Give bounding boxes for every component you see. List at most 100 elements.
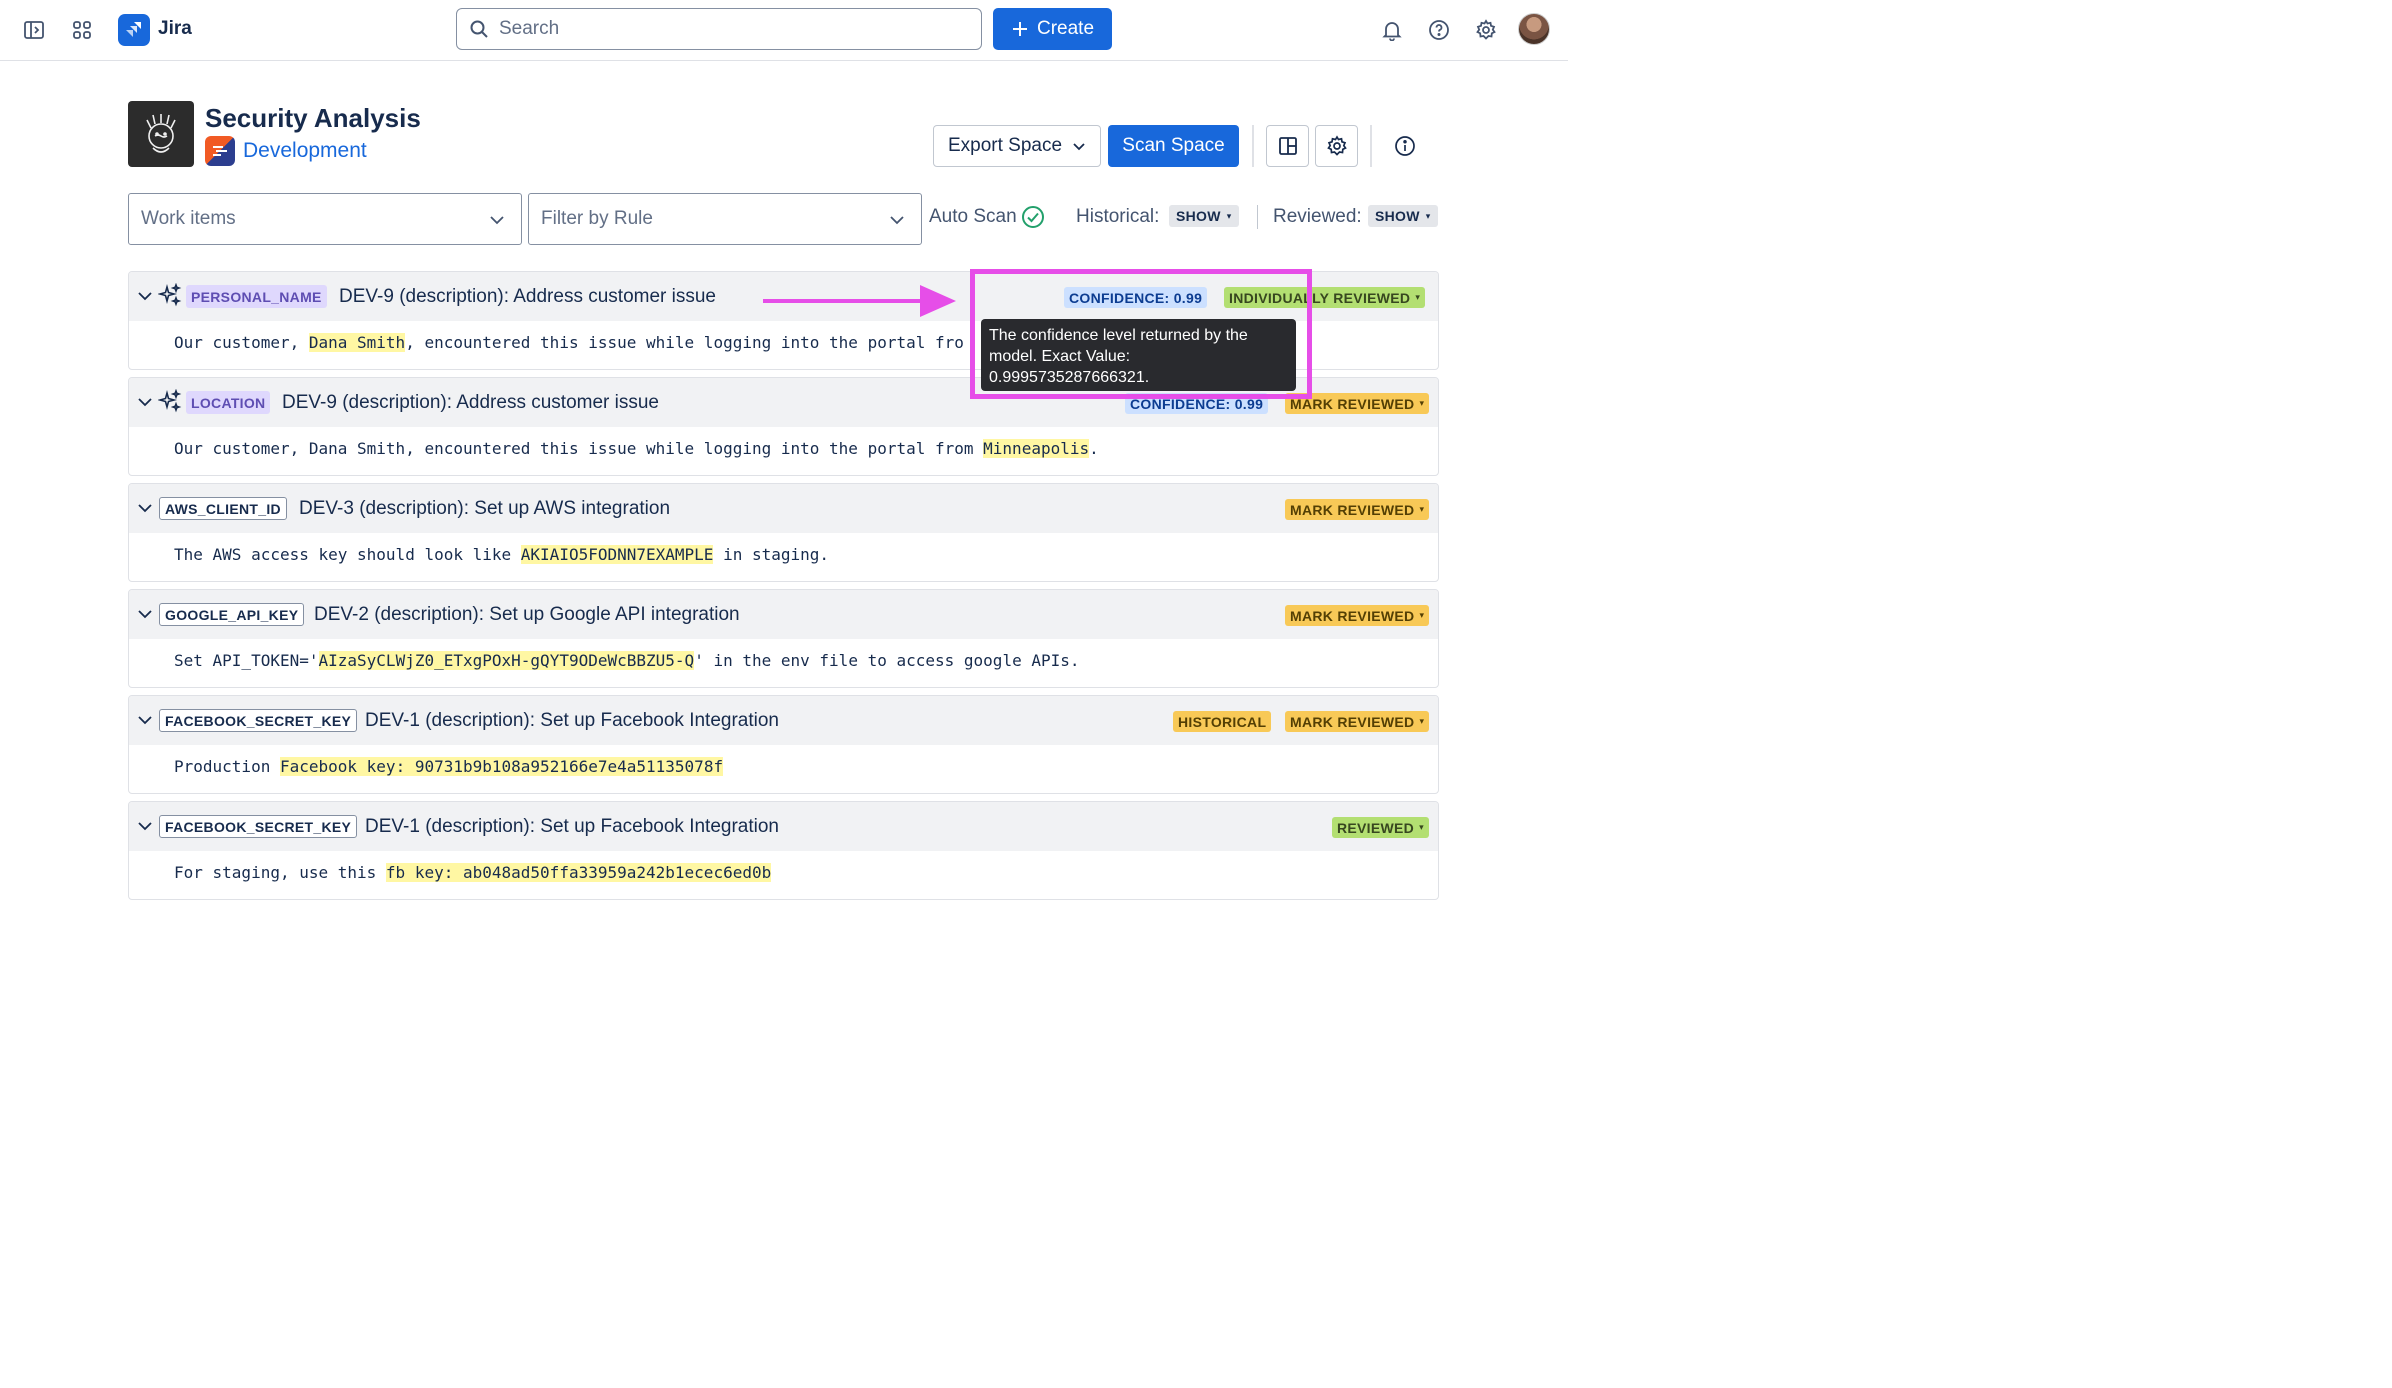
snippet-text: , encountered this issue while logging i… bbox=[405, 333, 964, 352]
page-title: Security Analysis bbox=[205, 103, 421, 133]
finding-snippet: Production Facebook key: 90731b9b108a952… bbox=[174, 757, 724, 776]
divider bbox=[1370, 125, 1372, 167]
mark-reviewed-button[interactable]: MARK REVIEWED ▾ bbox=[1285, 711, 1430, 732]
highlighted-match: fb key: ab048ad50ffa33959a242b1ecec6ed0b bbox=[385, 863, 772, 882]
divider bbox=[1257, 205, 1258, 229]
chevron-down-icon bbox=[890, 216, 904, 225]
rule-filter-select[interactable]: Filter by Rule bbox=[528, 193, 922, 245]
finding-title[interactable]: DEV-9 (description): Address customer is… bbox=[339, 286, 716, 308]
finding-type-tag: PERSONAL_NAME bbox=[186, 285, 327, 308]
finding-title[interactable]: DEV-9 (description): Address customer is… bbox=[282, 392, 659, 414]
create-button[interactable]: Create bbox=[993, 8, 1112, 50]
plus-icon bbox=[1012, 22, 1027, 36]
gear-icon bbox=[1326, 135, 1347, 156]
snippet-text: Set API_TOKEN=' bbox=[174, 651, 319, 670]
mark-reviewed-button[interactable]: MARK REVIEWED ▾ bbox=[1285, 499, 1430, 520]
layout-panel-icon bbox=[1278, 137, 1297, 155]
historical-toggle[interactable]: SHOW ▾ bbox=[1169, 205, 1239, 227]
finding-title[interactable]: DEV-2 (description): Set up Google API i… bbox=[314, 604, 740, 626]
project-link[interactable]: Development bbox=[243, 139, 367, 163]
finding-header[interactable]: FACEBOOK_SECRET_KEY DEV-1 (description):… bbox=[129, 802, 1438, 851]
finding-title[interactable]: DEV-1 (description): Set up Facebook Int… bbox=[365, 816, 779, 838]
info-icon[interactable] bbox=[1389, 130, 1421, 162]
ai-sparkle-icon bbox=[158, 389, 182, 413]
settings-gear-icon[interactable] bbox=[1470, 14, 1502, 46]
finding-card: AWS_CLIENT_ID DEV-3 (description): Set u… bbox=[128, 483, 1439, 582]
dropdown-caret-icon: ▾ bbox=[1226, 210, 1232, 221]
dropdown-caret-icon: ▾ bbox=[1419, 504, 1425, 514]
finding-type-tag: FACEBOOK_SECRET_KEY bbox=[159, 815, 358, 838]
review-status-label: MARK REVIEWED bbox=[1290, 713, 1415, 730]
layout-toggle-button[interactable] bbox=[1266, 125, 1309, 167]
chevron-down-icon[interactable] bbox=[137, 712, 153, 728]
snippet-text: Our customer, Dana Smith, encountered th… bbox=[174, 439, 984, 458]
dropdown-caret-icon: ▾ bbox=[1419, 610, 1425, 620]
highlighted-match: Dana Smith bbox=[308, 333, 406, 352]
app-switcher-icon[interactable] bbox=[66, 14, 98, 46]
review-status-label: MARK REVIEWED bbox=[1290, 607, 1415, 624]
scan-space-button[interactable]: Scan Space bbox=[1108, 125, 1239, 167]
dropdown-caret-icon: ▾ bbox=[1419, 716, 1425, 726]
finding-type-tag: FACEBOOK_SECRET_KEY bbox=[159, 709, 358, 732]
finding-title[interactable]: DEV-3 (description): Set up AWS integrat… bbox=[299, 498, 670, 520]
chevron-down-icon bbox=[1073, 143, 1085, 151]
finding-card: FACEBOOK_SECRET_KEY DEV-1 (description):… bbox=[128, 801, 1439, 900]
highlighted-match: AKIAIO5FODNN7EXAMPLE bbox=[520, 545, 714, 564]
sidebar-toggle-icon[interactable] bbox=[18, 14, 50, 46]
export-space-label: Export Space bbox=[947, 135, 1063, 156]
chevron-down-icon[interactable] bbox=[137, 818, 153, 834]
chevron-down-icon[interactable] bbox=[137, 500, 153, 516]
snippet-text: . bbox=[1089, 439, 1099, 458]
chevron-down-icon[interactable] bbox=[137, 394, 153, 410]
snippet-text: Production bbox=[174, 757, 280, 776]
dropdown-caret-icon: ▾ bbox=[1425, 210, 1431, 221]
finding-title[interactable]: DEV-1 (description): Set up Facebook Int… bbox=[365, 710, 779, 732]
notifications-bell-icon[interactable] bbox=[1376, 14, 1408, 46]
reviewed-label: Reviewed: bbox=[1273, 206, 1362, 227]
jira-logo-icon[interactable] bbox=[118, 14, 150, 46]
divider bbox=[1252, 125, 1254, 167]
export-space-button[interactable]: Export Space bbox=[933, 125, 1101, 167]
reviewed-value: SHOW bbox=[1375, 208, 1420, 224]
finding-snippet: For staging, use this fb key: ab048ad50f… bbox=[174, 863, 772, 882]
finding-snippet: Our customer, Dana Smith, encountered th… bbox=[174, 333, 964, 352]
snippet-text: in staging. bbox=[713, 545, 830, 564]
app-name[interactable]: Jira bbox=[158, 18, 192, 40]
finding-snippet: Set API_TOKEN='AIzaSyCLWjZ0_ETxgPOxH-gQY… bbox=[174, 651, 1080, 670]
finding-card: GOOGLE_API_KEY DEV-2 (description): Set … bbox=[128, 589, 1439, 688]
space-settings-button[interactable] bbox=[1315, 125, 1358, 167]
finding-snippet: Our customer, Dana Smith, encountered th… bbox=[174, 439, 1099, 458]
user-avatar[interactable] bbox=[1518, 13, 1550, 45]
snippet-text: ' in the env file to access google APIs. bbox=[694, 651, 1080, 670]
review-status-label: MARK REVIEWED bbox=[1290, 501, 1415, 518]
search-icon bbox=[470, 20, 488, 38]
chevron-down-icon bbox=[490, 216, 504, 225]
historical-label: Historical: bbox=[1076, 206, 1160, 227]
snippet-text: The AWS access key should look like bbox=[174, 545, 521, 564]
review-status-badge[interactable]: REVIEWED ▾ bbox=[1332, 817, 1429, 838]
search-input[interactable]: Search bbox=[456, 8, 982, 50]
finding-header[interactable]: FACEBOOK_SECRET_KEY DEV-1 (description):… bbox=[129, 696, 1438, 745]
check-circle-icon[interactable] bbox=[1021, 205, 1045, 229]
historical-badge: HISTORICAL bbox=[1173, 711, 1272, 732]
top-navigation: Jira Search Create bbox=[0, 0, 1568, 61]
reviewed-toggle[interactable]: SHOW ▾ bbox=[1368, 205, 1438, 227]
finding-snippet: The AWS access key should look like AKIA… bbox=[174, 545, 829, 564]
chevron-down-icon[interactable] bbox=[137, 606, 153, 622]
finding-header[interactable]: AWS_CLIENT_ID DEV-3 (description): Set u… bbox=[129, 484, 1438, 533]
work-items-select[interactable]: Work items bbox=[128, 193, 522, 245]
finding-type-tag: GOOGLE_API_KEY bbox=[159, 603, 305, 626]
highlighted-match: Facebook key: 90731b9b108a952166e7e4a511… bbox=[279, 757, 724, 776]
annotation-highlight-box bbox=[970, 269, 1312, 399]
work-items-placeholder: Work items bbox=[141, 208, 236, 229]
search-placeholder: Search bbox=[499, 18, 560, 39]
dropdown-caret-icon: ▾ bbox=[1419, 398, 1425, 408]
review-status-label: REVIEWED bbox=[1337, 819, 1415, 836]
finding-header[interactable]: GOOGLE_API_KEY DEV-2 (description): Set … bbox=[129, 590, 1438, 639]
mark-reviewed-button[interactable]: MARK REVIEWED ▾ bbox=[1285, 605, 1430, 626]
chevron-down-icon[interactable] bbox=[137, 288, 153, 304]
space-avatar bbox=[128, 101, 194, 167]
help-icon[interactable] bbox=[1423, 14, 1455, 46]
dropdown-caret-icon: ▾ bbox=[1419, 822, 1424, 832]
scan-space-label: Scan Space bbox=[1122, 135, 1225, 156]
